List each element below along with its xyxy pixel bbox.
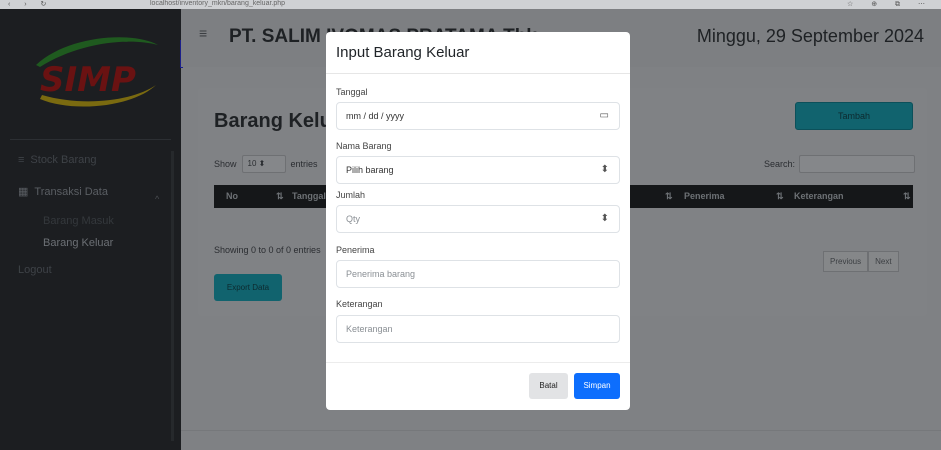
browser-url[interactable]: localhost/inventory_mkn/barang_keluar.ph… xyxy=(150,0,285,7)
next-button[interactable]: Next xyxy=(868,251,899,272)
input-barang-keluar-modal: Input Barang Keluar Tanggal mm / dd / yy… xyxy=(326,32,630,410)
spinner-icon[interactable]: ⬍ xyxy=(601,206,609,232)
tanggal-date-input[interactable]: mm / dd / yyyy ▭ xyxy=(336,102,620,130)
nama-barang-value: Pilih barang xyxy=(346,165,394,175)
jumlah-input[interactable]: Qty ⬍ xyxy=(336,205,620,233)
sidebar-scrollbar[interactable] xyxy=(171,151,174,441)
add-button[interactable]: Tambah xyxy=(795,102,913,130)
penerima-placeholder: Penerima barang xyxy=(346,269,416,279)
column-header-penerima[interactable]: Penerima xyxy=(684,191,725,201)
table-icon: ▦ xyxy=(18,186,29,198)
sidebar-item-barang-masuk[interactable]: Barang Masuk xyxy=(43,215,114,227)
sort-icon[interactable]: ⇅ xyxy=(276,191,284,202)
pagination: Previous Next xyxy=(823,251,899,272)
show-label: Show xyxy=(214,159,237,169)
browser-action-icons[interactable]: ☆ ⊕ ⧉ ⋯ xyxy=(847,0,933,9)
sidebar-item-barang-keluar[interactable]: Barang Keluar xyxy=(43,237,113,249)
sidebar-item-transaksi-data[interactable]: ▦ Transaksi Data xyxy=(18,185,108,199)
tanggal-value: mm / dd / yyyy xyxy=(346,111,405,121)
modal-footer-divider xyxy=(326,362,630,363)
stack-icon: ≡ xyxy=(18,154,25,166)
simp-logo: SIMP xyxy=(36,37,158,107)
sidebar-item-label: Transaksi Data xyxy=(34,185,108,198)
search-input[interactable] xyxy=(799,155,916,173)
entries-select[interactable]: 10 ⬍ xyxy=(241,155,286,173)
browser-nav-icons[interactable]: ‹ › ↻ xyxy=(8,0,52,8)
nama-barang-label: Nama Barang xyxy=(336,141,392,151)
column-header-keterangan[interactable]: Keterangan xyxy=(794,191,844,201)
sidebar-item-logout[interactable]: Logout xyxy=(18,264,52,276)
search-label: Search: xyxy=(764,159,796,169)
sort-icon[interactable]: ⇅ xyxy=(776,191,784,202)
table-info: Showing 0 to 0 of 0 entries xyxy=(214,245,321,255)
column-header-no[interactable]: No xyxy=(226,191,238,201)
page-footer xyxy=(181,430,941,450)
keterangan-label: Keterangan xyxy=(336,299,383,309)
keterangan-input[interactable]: Keterangan xyxy=(336,315,620,343)
calendar-icon[interactable]: ▭ xyxy=(600,103,609,129)
entries-label: entries xyxy=(290,159,318,169)
table-search: Search: xyxy=(764,155,916,173)
select-arrows-icon: ⬍ xyxy=(600,164,609,175)
sidebar: SIMP ≡ Stock Barang ▦ Transaksi Data ^ B… xyxy=(0,9,181,450)
menu-icon[interactable]: ≡ xyxy=(199,25,207,41)
modal-title: Input Barang Keluar xyxy=(336,44,470,61)
sidebar-divider xyxy=(10,139,171,140)
sidebar-item-label: Logout xyxy=(18,264,52,276)
previous-button[interactable]: Previous xyxy=(823,251,869,272)
column-header-tanggal[interactable]: Tanggal xyxy=(292,191,326,201)
browser-bar: ‹ › ↻ localhost/inventory_mkn/barang_kel… xyxy=(0,0,941,9)
entries-select-value: 10 xyxy=(247,159,257,168)
sort-icon[interactable]: ⇅ xyxy=(903,191,911,202)
modal-header: Input Barang Keluar xyxy=(326,32,630,74)
logo-text: SIMP xyxy=(40,60,136,100)
sort-icon[interactable]: ⇅ xyxy=(665,191,673,202)
save-button[interactable]: Simpan xyxy=(574,373,620,399)
nama-barang-select[interactable]: Pilih barang ⬍ xyxy=(336,156,620,184)
penerima-label: Penerima xyxy=(336,245,375,255)
penerima-input[interactable]: Penerima barang xyxy=(336,260,620,288)
current-date: Minggu, 29 September 2024 xyxy=(696,26,924,46)
sidebar-item-label: Stock Barang xyxy=(30,154,97,166)
jumlah-placeholder: Qty xyxy=(346,214,361,224)
jumlah-label: Jumlah xyxy=(336,190,366,200)
cancel-button[interactable]: Batal xyxy=(529,373,568,399)
sidebar-item-stock-barang[interactable]: ≡ Stock Barang xyxy=(18,154,96,166)
entries-length-control: Show 10 ⬍ entries xyxy=(214,155,318,173)
export-button[interactable]: Export Data xyxy=(214,274,282,301)
chevron-up-icon[interactable]: ^ xyxy=(155,194,159,204)
keterangan-placeholder: Keterangan xyxy=(346,324,393,334)
tanggal-label: Tanggal xyxy=(336,87,368,97)
